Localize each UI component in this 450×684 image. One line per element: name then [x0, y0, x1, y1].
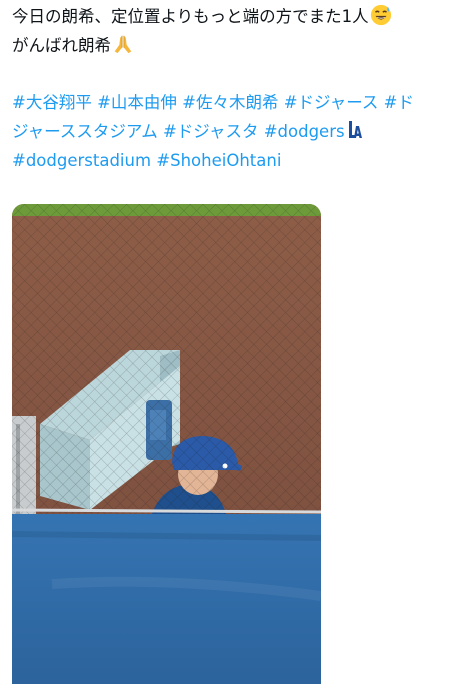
sweat-smile-emoji-icon [370, 4, 391, 26]
dodgers-la-logo-icon [348, 121, 362, 138]
tweet-line-1: 今日の朗希、定位置よりもっと端の方でまた1人 [12, 2, 440, 31]
hashtag-link[interactable]: #dodgerstadium [12, 151, 151, 170]
tweet-line-2-text: がんばれ朗希 [12, 36, 111, 55]
hashtag-link[interactable]: #dodgers [264, 122, 345, 141]
protective-netting [12, 204, 321, 516]
tweet-line-2: がんばれ朗希 [12, 31, 440, 60]
hashtag-row-3: #dodgerstadium #ShoheiOhtani [12, 146, 440, 175]
hashtag-link[interactable]: #大谷翔平 [12, 93, 92, 112]
tweet-media-image[interactable] [12, 204, 321, 684]
hashtag-link[interactable]: #ド [384, 93, 414, 112]
hashtag-row-2: ジャーススタジアム #ドジャスタ #dodgers [12, 117, 440, 146]
ballpark-photo [12, 204, 321, 684]
hashtag-link[interactable]: #佐々木朗希 [182, 93, 278, 112]
folded-hands-emoji-icon [114, 35, 132, 54]
hashtag-row-1: #大谷翔平 #山本由伸 #佐々木朗希 #ドジャース #ド [12, 88, 440, 117]
tweet-body: 今日の朗希、定位置よりもっと端の方でまた1人 がんばれ朗希 [12, 2, 440, 60]
hashtag-link[interactable]: #山本由伸 [97, 93, 177, 112]
hashtag-link[interactable]: #ドジャスタ [163, 122, 259, 141]
tweet-line-1-text: 今日の朗希、定位置よりもっと端の方でまた1人 [12, 7, 369, 26]
hashtag-block: #大谷翔平 #山本由伸 #佐々木朗希 #ドジャース #ド ジャーススタジアム #… [12, 88, 440, 175]
hashtag-link[interactable]: #ShoheiOhtani [156, 151, 281, 170]
hashtag-link[interactable]: #ドジャース [284, 93, 379, 112]
hashtag-link[interactable]: ジャーススタジアム [12, 122, 158, 141]
